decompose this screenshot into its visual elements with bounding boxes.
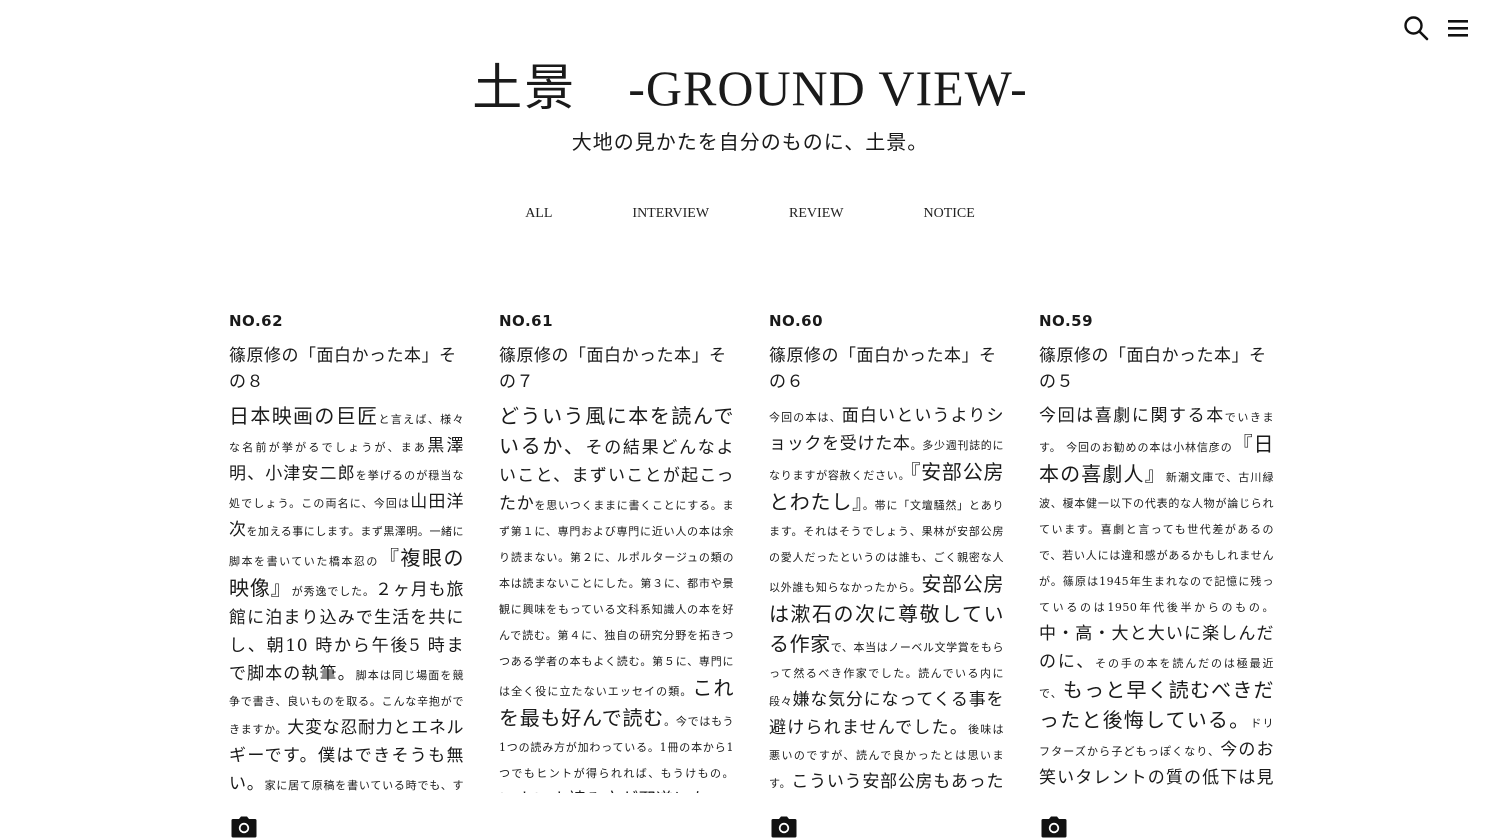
site-title-kanji: 土景 xyxy=(472,60,577,116)
excerpt-run: を思いつくままに書くことにする。まず第１に、専門および専門に近い人の本は余り読ま… xyxy=(499,499,734,698)
article-number: NO.60 xyxy=(769,312,824,330)
site-header: 土景 -GROUND VIEW- 大地の見かたを自分のものに、土景。 xyxy=(0,56,1500,155)
excerpt-run: 家に居て原稿を書いている時でも、すぐに外の散歩に逃げたくなる。この本を読んだ時、 xyxy=(264,779,464,792)
camera-icon[interactable] xyxy=(231,816,257,838)
article-number: NO.59 xyxy=(1039,312,1094,330)
camera-icon[interactable] xyxy=(1041,816,1067,838)
excerpt-run: 新潮文庫で、古川緑波、榎本健一以下の代表的な人物が論じられています。喜劇と言って… xyxy=(1039,471,1274,614)
site-tagline: 大地の見かたを自分のものに、土景。 xyxy=(571,130,929,154)
excerpt-run: 今回の本は、 xyxy=(769,411,842,424)
category-nav: ALL INTERVIEW REVIEW NOTICE xyxy=(0,206,1500,222)
camera-icon[interactable] xyxy=(771,816,797,838)
top-toolbar xyxy=(1402,14,1472,42)
article-list: NO.62 篠原修の「面白かった本」その８ 日本映画の巨匠と言えば、様々な名前が… xyxy=(229,311,1274,840)
excerpt-run: こういう安部公房もあったのだ xyxy=(791,772,1004,792)
article-title[interactable]: 篠原修の「面白かった本」その６ xyxy=(769,343,1004,395)
nav-item-review[interactable]: REVIEW xyxy=(789,206,843,222)
article-title[interactable]: 篠原修の「面白かった本」その８ xyxy=(229,343,464,395)
excerpt-run: が秀逸でした。 xyxy=(291,585,375,598)
excerpt-run: 日本映画の巨匠 xyxy=(229,404,379,428)
nav-item-interview[interactable]: INTERVIEW xyxy=(632,206,709,222)
search-icon[interactable] xyxy=(1402,14,1430,42)
article-excerpt: どういう風に本を読んでいるか、その結果どんなよいこと、まずいことが起こったかを思… xyxy=(499,403,734,793)
article-excerpt: 日本映画の巨匠と言えば、様々な名前が挙がるでしょうが、まあ黒澤明、小津安二郎を挙… xyxy=(229,403,464,793)
article-card[interactable]: NO.60 篠原修の「面白かった本」その６ 今回の本は、面白いというよりショック… xyxy=(769,311,1004,840)
article-card[interactable]: NO.62 篠原修の「面白かった本」その８ 日本映画の巨匠と言えば、様々な名前が… xyxy=(229,311,464,840)
article-number: NO.61 xyxy=(499,312,554,330)
article-title[interactable]: 篠原修の「面白かった本」その７ xyxy=(499,343,734,395)
menu-icon[interactable] xyxy=(1444,14,1472,42)
article-card[interactable]: NO.61 篠原修の「面白かった本」その７ どういう風に本を読んでいるか、その結… xyxy=(499,311,734,840)
nav-item-notice[interactable]: NOTICE xyxy=(923,206,974,222)
article-excerpt: 今回の本は、面白いというよりショックを受けた本。多少週刊誌的になりますが容赦くだ… xyxy=(769,403,1004,793)
article-number: NO.62 xyxy=(229,312,284,330)
article-card[interactable]: NO.59 篠原修の「面白かった本」その５ 今回は喜劇に関する本でいきます。 今… xyxy=(1039,311,1274,840)
excerpt-run: いよいよ読み方が邪道にな xyxy=(499,790,708,793)
site-title-latin: -GROUND VIEW- xyxy=(628,60,1028,116)
article-excerpt: 今回は喜劇に関する本でいきます。 今回のお勧めの本は小林信彦の『日本の喜劇人』新… xyxy=(1039,403,1274,793)
excerpt-run: 今回は喜劇に関する本 xyxy=(1039,406,1225,426)
site-title[interactable]: 土景 -GROUND VIEW- xyxy=(0,56,1500,120)
excerpt-run: もっと早く読むべきだったと後悔している。 xyxy=(1039,678,1274,732)
nav-item-all[interactable]: ALL xyxy=(525,206,552,222)
article-title[interactable]: 篠原修の「面白かった本」その５ xyxy=(1039,343,1274,395)
